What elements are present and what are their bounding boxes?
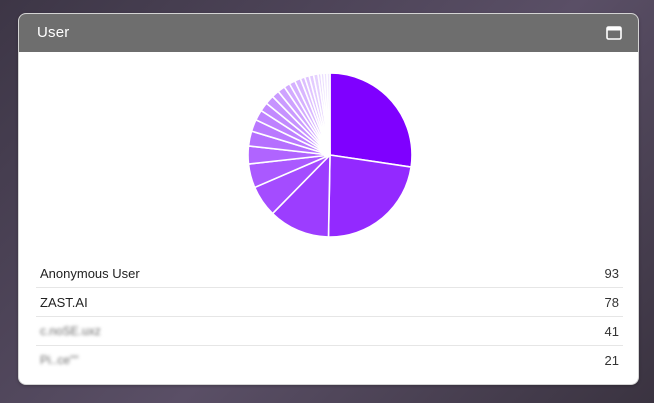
user-pie-chart: [245, 70, 415, 240]
table-row[interactable]: ZAST.AI 78: [36, 287, 623, 317]
user-name-cell: ZAST.AI: [36, 287, 555, 317]
app-background: User Anonymous User 93 ZAST.AI 78 c.noSE.uxz…: [0, 0, 654, 403]
user-count-cell: 21: [604, 352, 619, 368]
user-table: Anonymous User 93 ZAST.AI 78 c.noSE.uxz 41 Pi.…: [36, 259, 623, 374]
user-name-cell: Anonymous User: [36, 259, 555, 288]
pie-slice[interactable]: [329, 72, 413, 168]
window-maximize-icon[interactable]: [606, 26, 622, 40]
table-row[interactable]: Pi..ce"" 21: [36, 346, 623, 375]
pie-slice[interactable]: [327, 154, 413, 238]
user-count-cell: 93: [555, 259, 623, 288]
user-name-cell: c.noSE.uxz: [36, 316, 555, 346]
panel-title: User: [37, 24, 70, 41]
user-panel: User Anonymous User 93 ZAST.AI 78 c.noSE.uxz…: [18, 13, 639, 385]
user-name-cell: Pi..ce"": [40, 353, 79, 367]
user-count-cell: 78: [555, 287, 623, 317]
panel-header: User: [19, 14, 638, 52]
table-row[interactable]: Anonymous User 93: [36, 259, 623, 288]
user-count-cell: 41: [555, 316, 623, 346]
pie-chart-svg: [247, 72, 413, 238]
table-row[interactable]: c.noSE.uxz 41: [36, 316, 623, 346]
